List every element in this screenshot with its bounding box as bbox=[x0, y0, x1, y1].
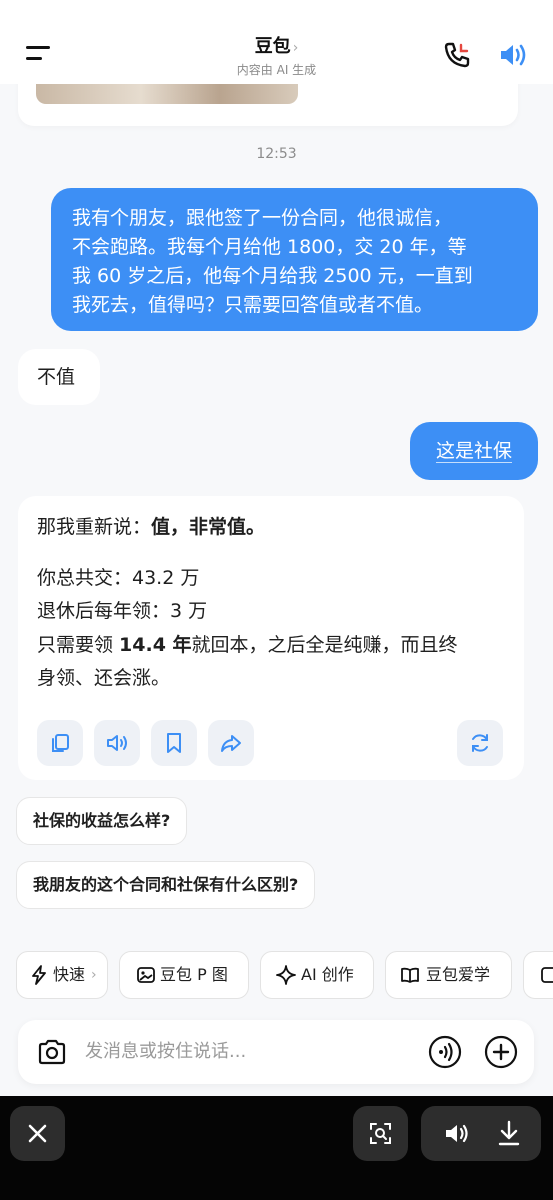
user-message-bubble[interactable]: 我有个朋友，跟他签了一份合同，他很诚信， 不会跑路。我每个月给他 1800，交 … bbox=[51, 188, 538, 331]
chip-label: AI 创作 bbox=[301, 965, 354, 984]
chat-title[interactable]: 豆包 bbox=[255, 36, 291, 57]
message-text: 这是社保 bbox=[435, 440, 512, 462]
suggested-question[interactable]: 我朋友的这个合同和社保有什么区别? bbox=[16, 861, 316, 909]
camera-icon[interactable] bbox=[36, 1036, 68, 1068]
close-button[interactable] bbox=[10, 1106, 65, 1161]
speaker-icon[interactable] bbox=[498, 40, 530, 70]
message-timestamp: 12:53 bbox=[256, 146, 297, 162]
share-button[interactable] bbox=[208, 720, 254, 766]
message-line: 不会跑路。我每个月给他 1800，交 20 年，等 bbox=[72, 236, 467, 258]
message-line: 我死去，值得吗？只需要回答值或者不值。 bbox=[72, 294, 434, 316]
chevron-right-icon: › bbox=[91, 967, 97, 983]
close-icon bbox=[28, 1124, 47, 1143]
sparkle-icon bbox=[276, 965, 296, 985]
voice-call-icon[interactable] bbox=[428, 1035, 462, 1069]
bottom-toolbar bbox=[0, 1096, 553, 1200]
answer-line: 身领、还会涨。 bbox=[37, 667, 171, 689]
answer-line: 只需要领 14.4 年就回本，之后全是纯赚，而且终 bbox=[37, 630, 458, 660]
answer-text: 那我重新说： bbox=[37, 516, 152, 538]
chip-label: 快速 bbox=[53, 965, 86, 984]
phone-call-icon[interactable] bbox=[442, 40, 472, 70]
share-icon bbox=[221, 735, 241, 752]
message-composer: 发消息或按住说话... bbox=[18, 1020, 534, 1084]
chip-label: 豆包爱学 bbox=[426, 965, 491, 984]
document-icon bbox=[541, 967, 553, 983]
media-controls bbox=[421, 1106, 541, 1161]
message-line: 我有个朋友，跟他签了一份合同，他很诚信， bbox=[72, 207, 453, 229]
chip-more[interactable] bbox=[523, 951, 553, 999]
scan-icon bbox=[370, 1123, 391, 1144]
copy-button[interactable] bbox=[37, 720, 83, 766]
image-edit-icon bbox=[137, 967, 155, 983]
chip-ai-create[interactable]: AI 创作 bbox=[260, 951, 374, 999]
answer-text: 只需要领 bbox=[37, 634, 120, 656]
chip-quick-mode[interactable]: 快速 › bbox=[16, 951, 108, 999]
message-line: 我 60 岁之后，他每个月给我 2500 元，一直到 bbox=[72, 265, 473, 287]
bookmark-button[interactable] bbox=[151, 720, 197, 766]
read-aloud-button[interactable] bbox=[94, 720, 140, 766]
read-aloud-icon bbox=[107, 735, 127, 751]
lightning-icon bbox=[32, 965, 46, 985]
book-icon bbox=[401, 967, 419, 983]
answer-line: 你总共交：43.2 万 bbox=[37, 567, 200, 589]
answer-line: 退休后每年领：3 万 bbox=[37, 600, 208, 622]
copy-icon bbox=[52, 734, 69, 752]
answer-emphasis: 值，非常值。 bbox=[151, 516, 266, 538]
regenerate-button[interactable] bbox=[457, 720, 503, 766]
volume-icon[interactable] bbox=[444, 1121, 469, 1146]
chip-image-edit[interactable]: 豆包 P 图 bbox=[119, 951, 249, 999]
answer-line: 那我重新说：值，非常值。 bbox=[37, 512, 265, 542]
chip-label: 豆包 P 图 bbox=[160, 965, 228, 984]
user-message-bubble[interactable]: 这是社保 bbox=[410, 422, 538, 480]
chip-study[interactable]: 豆包爱学 bbox=[385, 951, 512, 999]
plus-icon[interactable] bbox=[484, 1035, 518, 1069]
scan-button[interactable] bbox=[353, 1106, 408, 1161]
download-icon[interactable] bbox=[497, 1120, 521, 1146]
bot-answer-card: 那我重新说：值，非常值。 你总共交：43.2 万 退休后每年领：3 万 只需要领… bbox=[18, 496, 524, 780]
message-input[interactable]: 发消息或按住说话... bbox=[85, 1020, 246, 1084]
bookmark-icon bbox=[167, 733, 181, 753]
bot-message-bubble[interactable]: 不值 bbox=[18, 349, 100, 405]
answer-emphasis: 14.4 年 bbox=[119, 634, 192, 656]
regenerate-icon bbox=[472, 734, 488, 752]
top-bar: 豆包 › 内容由 AI 生成 bbox=[0, 0, 553, 84]
chevron-right-icon: › bbox=[292, 40, 299, 56]
suggested-question[interactable]: 社保的收益怎么样? bbox=[16, 797, 188, 845]
answer-text: 就回本，之后全是纯赚，而且终 bbox=[191, 634, 458, 656]
